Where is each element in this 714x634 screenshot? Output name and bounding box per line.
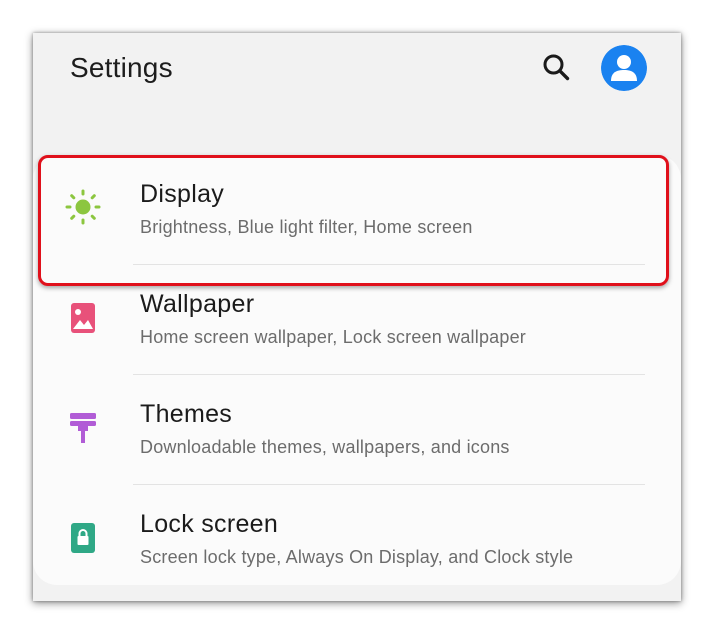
- page-title: Settings: [70, 52, 173, 83]
- wallpaper-icon: [63, 298, 103, 338]
- settings-item-title: Wallpaper: [140, 290, 255, 318]
- settings-item-title: Themes: [140, 400, 233, 428]
- settings-item-subtitle: Brightness, Blue light filter, Home scre…: [140, 217, 473, 237]
- settings-item-subtitle: Screen lock type, Always On Display, and…: [140, 547, 574, 567]
- settings-item-title: Display: [140, 180, 225, 208]
- settings-item-themes[interactable]: Themes Downloadable themes, wallpapers, …: [33, 375, 681, 485]
- settings-item-subtitle: Downloadable themes, wallpapers, and ico…: [140, 437, 510, 457]
- account-avatar-button[interactable]: [601, 45, 647, 91]
- search-button[interactable]: [538, 49, 574, 85]
- settings-item-lock-screen[interactable]: Lock screen Screen lock type, Always On …: [33, 485, 681, 595]
- paintbrush-icon: [63, 408, 103, 448]
- account-avatar-icon: [601, 45, 647, 91]
- settings-item-subtitle: Home screen wallpaper, Lock screen wallp…: [140, 327, 526, 347]
- app-header: Settings: [33, 33, 681, 153]
- settings-item-title: Lock screen: [140, 510, 279, 538]
- sun-icon: [63, 187, 103, 227]
- settings-list-card: Display Brightness, Blue light filter, H…: [33, 155, 681, 585]
- settings-item-wallpaper[interactable]: Wallpaper Home screen wallpaper, Lock sc…: [33, 265, 681, 375]
- settings-item-display[interactable]: Display Brightness, Blue light filter, H…: [33, 155, 681, 265]
- search-icon: [543, 54, 570, 81]
- lock-icon: [63, 518, 103, 558]
- settings-screen: Settings Display Brightness, Blue light …: [33, 33, 681, 601]
